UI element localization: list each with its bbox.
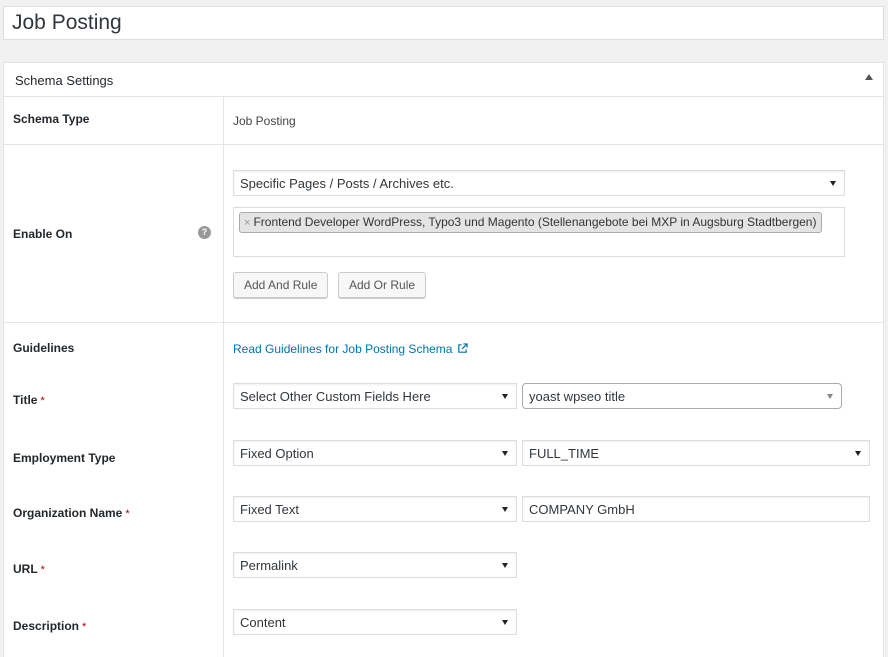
employment-type-value: FULL_TIME	[529, 446, 600, 461]
required-marker: *	[40, 564, 45, 576]
post-title-input[interactable]: Job Posting	[3, 6, 884, 40]
title-source-select[interactable]: Select Other Custom Fields Here	[233, 383, 517, 409]
required-marker: *	[125, 508, 130, 520]
required-marker: *	[82, 621, 87, 633]
guidelines-label: Guidelines	[13, 341, 75, 355]
title-label: Title *	[13, 393, 45, 407]
organization-name-value: COMPANY GmbH	[529, 502, 635, 517]
url-source-value: Permalink	[240, 558, 298, 573]
description-source-value: Content	[240, 615, 286, 630]
organization-name-input[interactable]: COMPANY GmbH	[522, 496, 870, 522]
question-circle-icon[interactable]: ?	[198, 226, 211, 239]
chevron-down-icon	[502, 563, 508, 568]
chevron-down-icon	[502, 620, 508, 625]
description-source-select[interactable]: Content	[233, 609, 517, 635]
description-label: Description *	[13, 619, 87, 633]
title-source-value: Select Other Custom Fields Here	[240, 389, 431, 404]
panel-title: Schema Settings	[15, 73, 114, 88]
enable-on-row: Enable On ? Specific Pages / Posts / Arc…	[4, 145, 883, 323]
schema-settings-panel: Schema Settings Schema Type Job Posting …	[3, 62, 884, 657]
organization-name-label: Organization Name *	[13, 506, 130, 520]
title-field-select[interactable]: yoast wpseo title	[522, 383, 842, 409]
enable-on-items-select[interactable]: × Frontend Developer WordPress, Typo3 und…	[233, 207, 845, 257]
schema-type-row: Schema Type Job Posting	[4, 97, 883, 145]
fields-block: Guidelines Title * Employment Type Organi…	[4, 323, 883, 657]
chevron-down-icon	[855, 451, 861, 456]
add-and-rule-button[interactable]: Add And Rule	[233, 272, 329, 298]
chevron-down-icon	[830, 181, 836, 186]
organization-name-source-value: Fixed Text	[240, 502, 300, 517]
enable-on-condition-value: Specific Pages / Posts / Archives etc.	[240, 176, 454, 191]
external-link-icon	[458, 343, 469, 353]
guidelines-link[interactable]: Read Guidelines for Job Posting Schema	[233, 342, 469, 356]
panel-header[interactable]: Schema Settings	[4, 63, 883, 97]
employment-type-source-select[interactable]: Fixed Option	[233, 440, 517, 466]
employment-type-value-select[interactable]: FULL_TIME	[522, 440, 870, 466]
schema-type-value: Job Posting	[233, 114, 296, 128]
url-source-select[interactable]: Permalink	[233, 552, 517, 578]
schema-type-label: Schema Type	[13, 112, 90, 126]
chevron-down-icon	[502, 451, 508, 456]
url-label: URL *	[13, 562, 45, 576]
selected-item-chip: × Frontend Developer WordPress, Typo3 und…	[239, 212, 823, 233]
post-title-text: Job Posting	[12, 11, 122, 34]
organization-name-source-select[interactable]: Fixed Text	[233, 496, 517, 522]
enable-on-label: Enable On	[13, 227, 73, 241]
chevron-down-icon	[502, 507, 508, 512]
enable-on-condition-select[interactable]: Specific Pages / Posts / Archives etc.	[233, 170, 845, 196]
remove-chip-icon[interactable]: ×	[244, 217, 250, 229]
chevron-down-icon	[827, 394, 833, 399]
chevron-down-icon	[502, 394, 508, 399]
employment-type-source-value: Fixed Option	[240, 446, 314, 461]
triangle-up-icon[interactable]	[865, 74, 873, 80]
employment-type-label: Employment Type	[13, 451, 116, 465]
required-marker: *	[40, 395, 45, 407]
add-or-rule-button[interactable]: Add Or Rule	[338, 272, 427, 298]
title-field-value: yoast wpseo title	[529, 389, 626, 404]
selected-item-text: Frontend Developer WordPress, Typo3 und …	[253, 215, 817, 229]
